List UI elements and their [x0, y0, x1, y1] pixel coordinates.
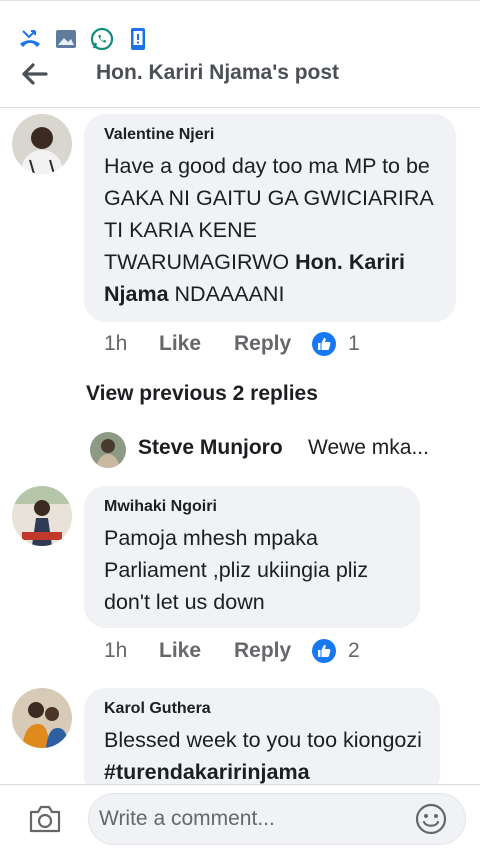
avatar[interactable] [12, 688, 72, 748]
comment-text: Pamoja mhesh mpaka Parliament ,pliz ukii… [104, 526, 369, 614]
reply-button[interactable]: Reply [234, 639, 291, 663]
comment-bubble[interactable]: Mwihaki Ngoiri Pamoja mhesh mpaka Parlia… [84, 486, 420, 628]
reply-snippet: Wewe mka... [308, 436, 429, 459]
image-icon [54, 27, 78, 51]
comment-input[interactable] [88, 793, 466, 845]
reaction-count: 1 [348, 332, 360, 355]
comment-actions: 1h Like Reply 2 [104, 639, 404, 669]
avatar[interactable] [12, 114, 72, 174]
post-header: Hon. Kariri Njama's post [0, 56, 480, 108]
reaction-count: 2 [348, 639, 360, 662]
like-reaction-icon[interactable] [312, 332, 336, 356]
comments-feed[interactable]: Valentine Njeri Have a good day too ma M… [0, 108, 480, 784]
comment-text-main: Blessed week to you too kiongozi [104, 728, 422, 752]
reply-author[interactable]: Steve Munjoro [138, 436, 283, 460]
like-button[interactable]: Like [159, 639, 201, 663]
comment-time: 1h [104, 332, 128, 355]
like-reaction-icon[interactable] [312, 639, 336, 663]
avatar[interactable] [90, 432, 126, 468]
comment-composer [0, 784, 480, 854]
reply-preview[interactable]: Steve Munjoro Wewe mka... [90, 430, 480, 470]
comment-author[interactable]: Mwihaki Ngoiri [104, 498, 402, 516]
status-bar [0, 0, 480, 56]
phone-device-icon [126, 27, 150, 51]
camera-icon[interactable] [28, 803, 62, 835]
comment-time: 1h [104, 639, 128, 662]
hashtag-link[interactable]: #turendakaririnjama [104, 760, 310, 784]
whatsapp-icon [90, 27, 114, 51]
view-previous-replies[interactable]: View previous 2 replies [86, 382, 318, 406]
like-button[interactable]: Like [159, 332, 201, 356]
comment-bubble[interactable]: Valentine Njeri Have a good day too ma M… [84, 114, 456, 322]
reply-button[interactable]: Reply [234, 332, 291, 356]
missed-call-icon [18, 27, 42, 51]
avatar[interactable] [12, 486, 72, 546]
comment-author[interactable]: Valentine Njeri [104, 126, 438, 144]
emoji-icon[interactable] [414, 802, 448, 836]
comment-actions: 1h Like Reply 1 [104, 332, 404, 362]
comment-bubble[interactable]: Karol Guthera Blessed week to you too ki… [84, 688, 440, 784]
comment-text: Blessed week to you too kiongozi #turend… [104, 724, 422, 784]
page-title: Hon. Kariri Njama's post [96, 61, 340, 84]
comment-author[interactable]: Karol Guthera [104, 700, 422, 718]
comment-text-tail: NDAAAANI [168, 282, 285, 306]
comment-text: Have a good day too ma MP to be GAKA NI … [104, 150, 438, 310]
arrow-left-icon[interactable] [20, 60, 52, 88]
